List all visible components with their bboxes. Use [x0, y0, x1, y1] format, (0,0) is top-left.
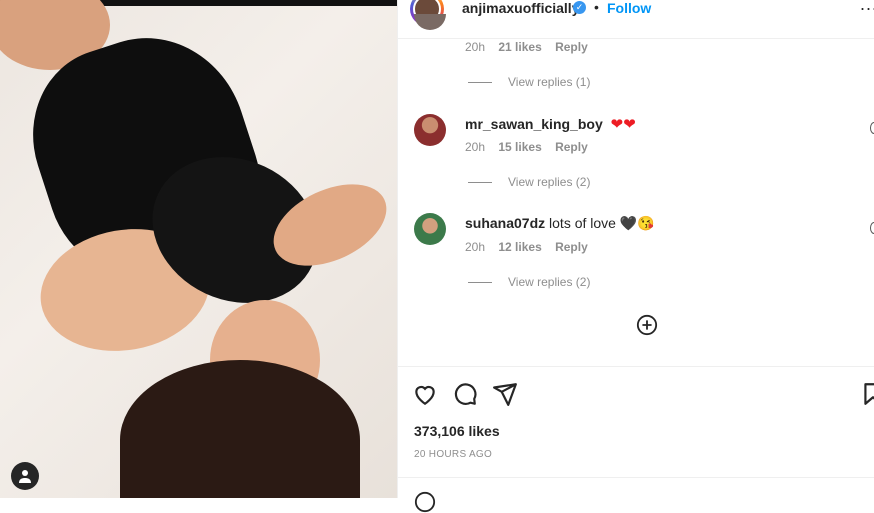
- view-replies-button[interactable]: View replies (1): [468, 75, 590, 89]
- comment-body: suhana07dz lots of love 🖤😘: [465, 215, 655, 232]
- comment-likes[interactable]: 21 likes: [498, 40, 541, 54]
- post-header: anjimaxuofficially ✓ • Follow ...: [398, 0, 874, 39]
- like-count[interactable]: 373,106 likes: [414, 423, 500, 439]
- comment-meta: 20h 15 likes Reply: [465, 140, 598, 154]
- verified-icon: ✓: [573, 1, 586, 14]
- comment-body: mr_sawan_king_boy ❤❤: [465, 115, 636, 133]
- like-comment-icon[interactable]: [870, 122, 874, 134]
- comment-time: 20h: [465, 140, 486, 154]
- user-icon: [19, 470, 31, 483]
- comment-meta: 20h 12 likes Reply: [465, 240, 598, 254]
- emoji-icon[interactable]: [414, 491, 436, 513]
- load-more-comments-icon[interactable]: [636, 314, 658, 336]
- comment-emoji: 🖤😘: [619, 215, 655, 231]
- comment-time: 20h: [465, 40, 486, 54]
- comment-avatar[interactable]: [414, 114, 446, 146]
- follow-button[interactable]: Follow: [607, 0, 651, 16]
- author-username[interactable]: anjimaxuofficially: [462, 0, 579, 16]
- heart-emoji: ❤❤: [610, 116, 636, 133]
- post-photo[interactable]: [0, 0, 397, 498]
- comment-username[interactable]: suhana07dz: [465, 215, 545, 231]
- comment-text: lots of love: [549, 215, 616, 231]
- like-icon[interactable]: [412, 381, 438, 407]
- more-options-icon[interactable]: ...: [860, 0, 874, 15]
- comment-time: 20h: [465, 240, 486, 254]
- photo-hair: [120, 360, 360, 498]
- comment-likes[interactable]: 15 likes: [498, 140, 541, 154]
- like-comment-icon[interactable]: [870, 222, 874, 234]
- post-timestamp[interactable]: 20 HOURS AGO: [414, 449, 492, 460]
- reply-button[interactable]: Reply: [555, 40, 588, 54]
- reply-button[interactable]: Reply: [555, 140, 588, 154]
- comment-icon[interactable]: [452, 381, 478, 407]
- save-icon[interactable]: [860, 381, 874, 407]
- comment-likes[interactable]: 12 likes: [498, 240, 541, 254]
- share-icon[interactable]: [492, 381, 518, 407]
- post-side-panel: anjimaxuofficially ✓ • Follow ... 20h 21…: [397, 0, 874, 513]
- view-replies-button[interactable]: View replies (2): [468, 175, 590, 189]
- comment-username[interactable]: mr_sawan_king_boy: [465, 116, 603, 132]
- post-actions: 373,106 likes 20 HOURS AGO: [398, 366, 874, 513]
- divider: [398, 477, 874, 478]
- comment-avatar[interactable]: [414, 213, 446, 245]
- header-separator: •: [594, 0, 599, 15]
- comment-meta: 20h 21 likes Reply: [465, 40, 598, 54]
- reply-button[interactable]: Reply: [555, 240, 588, 254]
- tagged-user-button[interactable]: [11, 462, 39, 490]
- view-replies-button[interactable]: View replies (2): [468, 275, 590, 289]
